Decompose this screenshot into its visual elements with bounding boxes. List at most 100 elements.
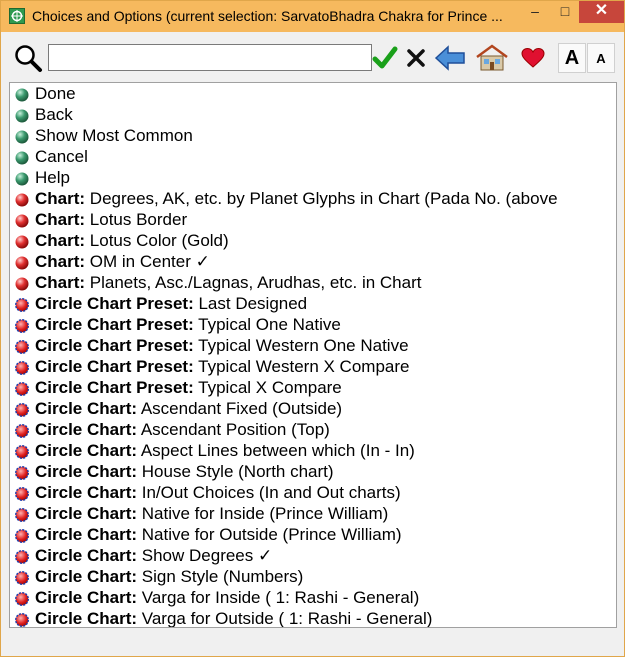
item-category: Circle Chart:: [35, 462, 138, 481]
item-category: Circle Chart:: [35, 609, 138, 628]
list-item[interactable]: Circle Chart: House Style (North chart): [10, 461, 616, 482]
circle-bullet-icon: [14, 338, 30, 355]
item-label: Native for Inside (Prince William): [137, 504, 389, 523]
circle-bullet-icon: [14, 527, 30, 544]
list-item[interactable]: Chart: Planets, Asc./Lagnas, Arudhas, et…: [10, 272, 616, 293]
list-item[interactable]: Circle Chart Preset: Typical Western X C…: [10, 356, 616, 377]
list-item[interactable]: Circle Chart: Native for Inside (Prince …: [10, 503, 616, 524]
list-item[interactable]: Circle Chart: Ascendant Fixed (Outside): [10, 398, 616, 419]
item-label: Cancel: [35, 147, 88, 166]
red-bullet-icon: [15, 233, 29, 249]
item-label: Show Degrees ✓: [137, 546, 273, 565]
item-category: Circle Chart:: [35, 546, 138, 565]
font-smaller-button[interactable]: A: [587, 43, 615, 73]
list-item[interactable]: Circle Chart: Ascendant Position (Top): [10, 419, 616, 440]
green-bullet-icon: [15, 149, 29, 165]
circle-bullet-icon: [14, 380, 30, 397]
clear-x-icon[interactable]: [402, 43, 430, 73]
maximize-button[interactable]: □: [551, 1, 579, 23]
item-category: Circle Chart:: [35, 504, 138, 523]
ok-check-icon[interactable]: [371, 43, 399, 73]
item-label: Degrees, AK, etc. by Planet Glyphs in Ch…: [85, 189, 558, 208]
list-item[interactable]: Back: [10, 104, 616, 125]
app-icon: [9, 8, 25, 24]
item-label: Aspect Lines between which (In - In): [137, 441, 415, 460]
item-label: House Style (North chart): [137, 462, 334, 481]
search-input[interactable]: [48, 44, 372, 71]
item-category: Chart:: [35, 273, 86, 292]
font-larger-button[interactable]: A: [558, 43, 586, 73]
item-category: Circle Chart:: [35, 567, 138, 586]
green-bullet-icon: [15, 128, 29, 144]
item-label: Help: [35, 168, 70, 187]
circle-bullet-icon: [15, 611, 29, 627]
list-item[interactable]: Help: [10, 167, 616, 188]
circle-bullet-icon: [14, 548, 30, 565]
item-category: Circle Chart Preset:: [35, 294, 194, 313]
list-item[interactable]: Circle Chart: Varga for Outside ( 1: Ras…: [10, 608, 616, 628]
window-title: Choices and Options (current selection: …: [32, 8, 503, 24]
list-item[interactable]: Chart: OM in Center ✓: [10, 251, 616, 272]
item-category: Circle Chart Preset:: [35, 378, 194, 397]
back-arrow-icon[interactable]: [434, 43, 466, 73]
item-category: Circle Chart:: [35, 483, 138, 502]
list-item[interactable]: Chart: Degrees, AK, etc. by Planet Glyph…: [10, 188, 616, 209]
home-icon[interactable]: [475, 43, 509, 73]
circle-bullet-icon: [14, 422, 30, 439]
list-item[interactable]: Circle Chart: Show Degrees ✓: [10, 545, 616, 566]
list-item[interactable]: Circle Chart Preset: Last Designed: [10, 293, 616, 314]
list-item[interactable]: Chart: Lotus Border: [10, 209, 616, 230]
green-bullet-icon: [15, 170, 29, 186]
list-item[interactable]: Circle Chart: In/Out Choices (In and Out…: [10, 482, 616, 503]
item-label: Sign Style (Numbers): [137, 567, 304, 586]
list-item[interactable]: Circle Chart Preset: Typical One Native: [10, 314, 616, 335]
list-item[interactable]: Circle Chart: Native for Outside (Prince…: [10, 524, 616, 545]
list-item[interactable]: Circle Chart Preset: Typical X Compare: [10, 377, 616, 398]
item-label: OM in Center ✓: [85, 252, 210, 271]
item-category: Circle Chart Preset:: [35, 315, 194, 334]
item-label: Show Most Common: [35, 126, 193, 145]
favorite-heart-icon[interactable]: [519, 43, 547, 73]
green-bullet-icon: [15, 86, 29, 102]
red-bullet-icon: [15, 191, 29, 207]
circle-bullet-icon: [14, 359, 30, 376]
item-category: Chart:: [35, 252, 86, 271]
item-category: Circle Chart Preset:: [35, 357, 194, 376]
list-item[interactable]: Done: [10, 83, 616, 104]
list-item[interactable]: Circle Chart: Aspect Lines between which…: [10, 440, 616, 461]
list-item[interactable]: Circle Chart: Varga for Inside ( 1: Rash…: [10, 587, 616, 608]
item-category: Chart:: [35, 231, 86, 250]
choices-window: Choices and Options (current selection: …: [0, 0, 625, 657]
list-item[interactable]: Show Most Common: [10, 125, 616, 146]
circle-bullet-icon: [14, 569, 30, 586]
options-list[interactable]: Done Back Show Most Common Cancel Help Chart:…: [9, 82, 617, 628]
item-label: Typical One Native: [193, 315, 341, 334]
item-label: Lotus Border: [85, 210, 188, 229]
search-icon[interactable]: [13, 43, 43, 73]
item-category: Chart:: [35, 189, 86, 208]
status-bar: [9, 631, 617, 651]
item-label: Typical X Compare: [193, 378, 342, 397]
item-label: Last Designed: [193, 294, 308, 313]
toolbar: A A: [9, 40, 617, 76]
item-label: In/Out Choices (In and Out charts): [137, 483, 401, 502]
list-item[interactable]: Chart: Lotus Color (Gold): [10, 230, 616, 251]
list-item[interactable]: Circle Chart Preset: Typical Western One…: [10, 335, 616, 356]
item-label: Done: [35, 84, 76, 103]
item-label: Varga for Outside ( 1: Rashi - General): [137, 609, 433, 628]
circle-bullet-icon: [14, 296, 30, 313]
minimize-button[interactable]: –: [521, 1, 549, 23]
item-category: Circle Chart:: [35, 525, 138, 544]
list-item[interactable]: Cancel: [10, 146, 616, 167]
title-bar[interactable]: Choices and Options (current selection: …: [1, 1, 624, 32]
item-category: Circle Chart Preset:: [35, 336, 194, 355]
item-label: Planets, Asc./Lagnas, Arudhas, etc. in C…: [85, 273, 422, 292]
item-label: Typical Western One Native: [193, 336, 409, 355]
item-category: Chart:: [35, 210, 86, 229]
circle-bullet-icon: [14, 401, 30, 418]
red-bullet-icon: [15, 254, 29, 270]
close-button[interactable]: ✕: [579, 1, 624, 23]
list-item[interactable]: Circle Chart: Sign Style (Numbers): [10, 566, 616, 587]
circle-bullet-icon: [14, 485, 30, 502]
item-category: Circle Chart:: [35, 441, 138, 460]
